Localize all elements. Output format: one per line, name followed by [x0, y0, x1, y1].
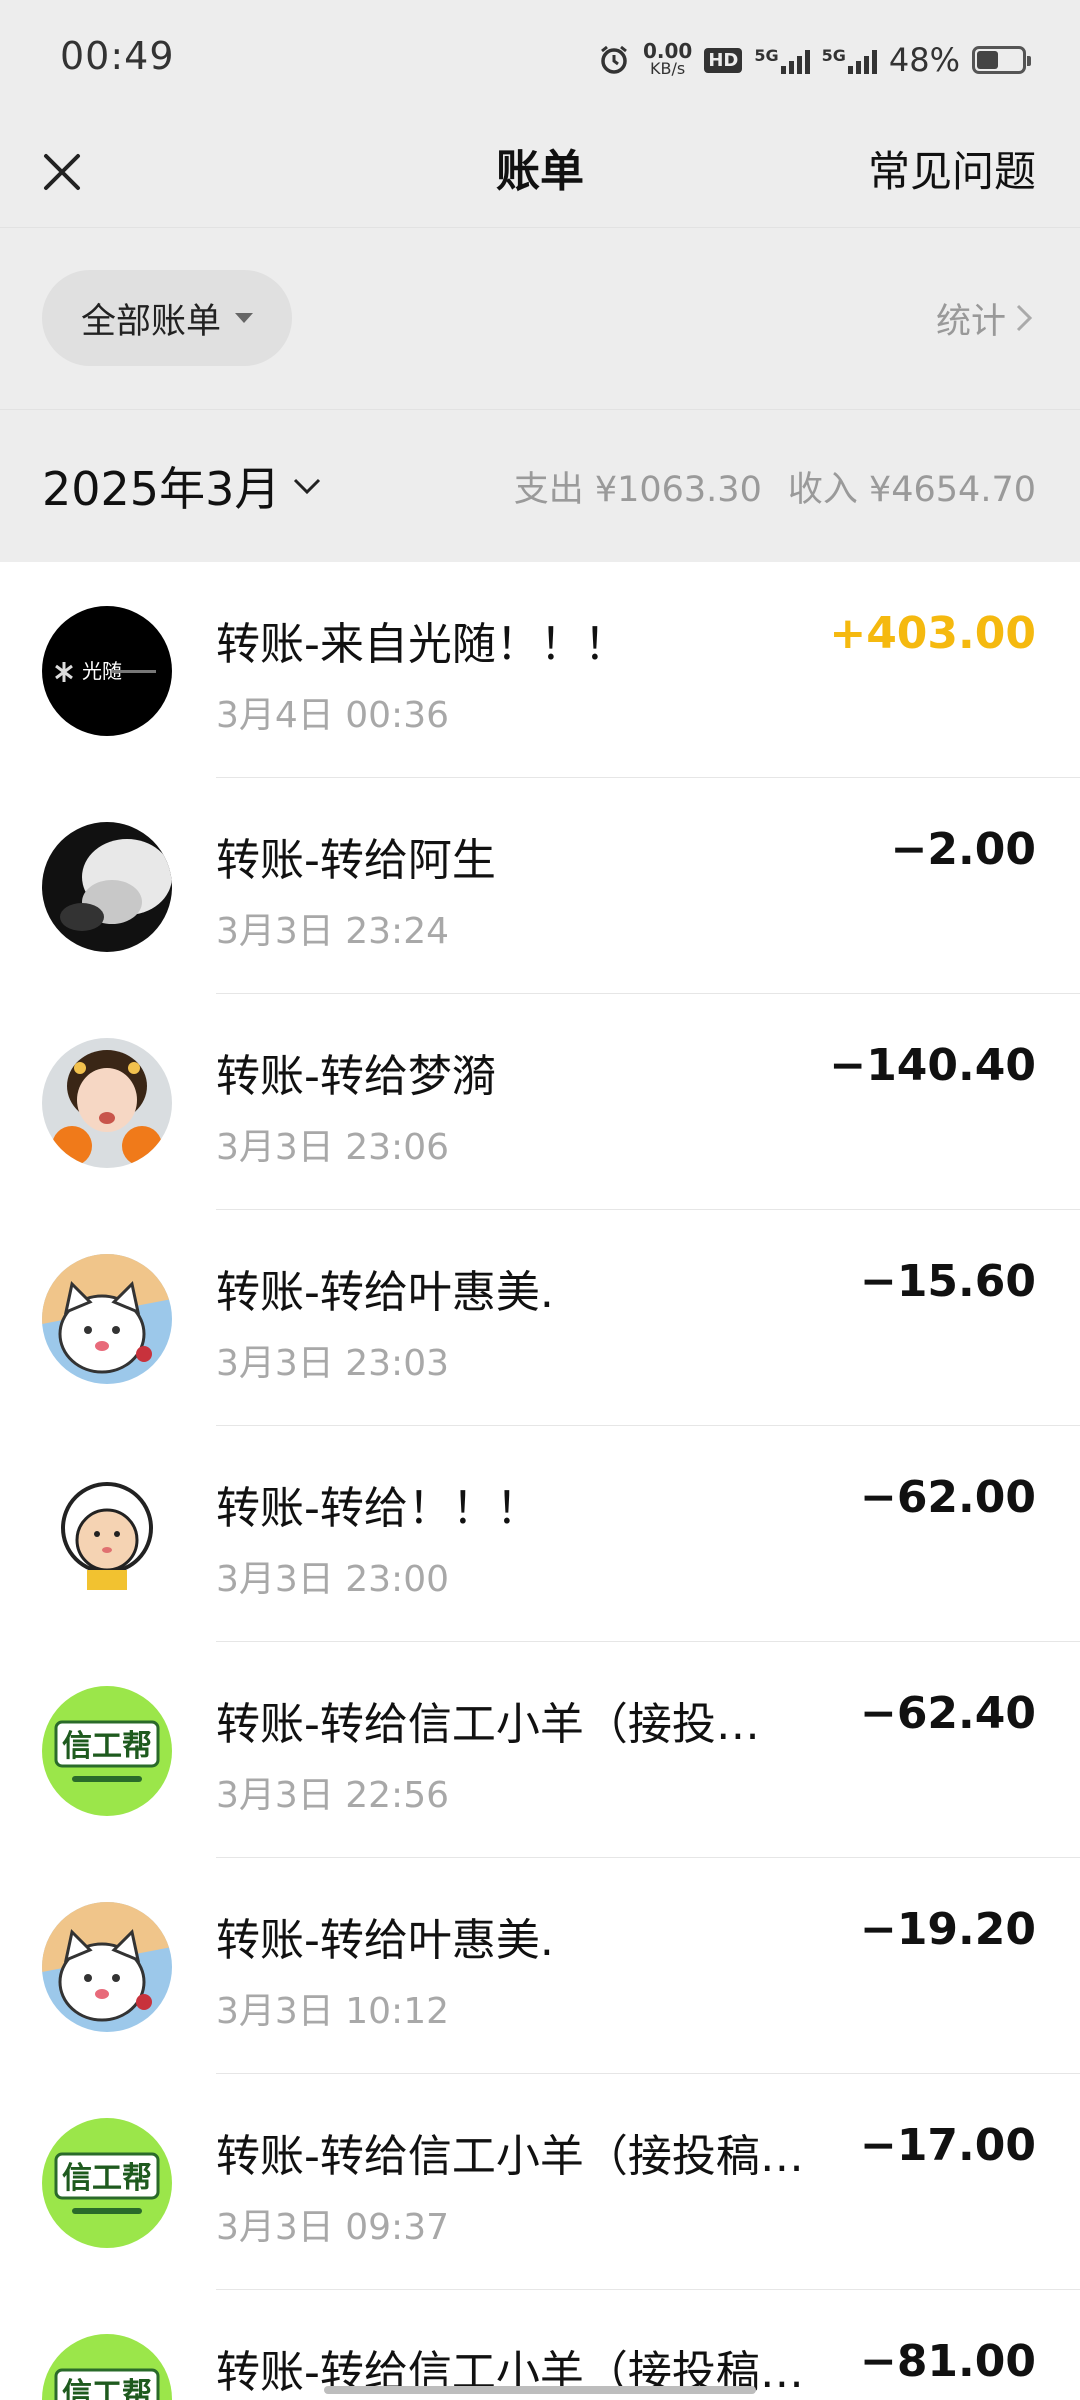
xingongbang-avatar: 信工帮: [42, 1686, 172, 1816]
xingongbang-text: 信工帮: [62, 1729, 152, 1764]
bill-item[interactable]: 光随 转账-来自光随！！！ 3月4日 00:36 +403.00: [0, 562, 1080, 778]
net-speed: 0.00 KB/s: [642, 39, 693, 78]
bill-item[interactable]: 信工帮 转账-转给信工小羊（接投… 3月3日 22:56 −62.40: [0, 1642, 1080, 1858]
bill-time: 3月3日 23:24: [216, 911, 449, 952]
bill-time: 3月4日 00:36: [216, 695, 449, 736]
month-label: 2025年3月: [42, 462, 281, 516]
bill-item[interactable]: 转账-转给梦漪 3月3日 23:06 −140.40: [0, 994, 1080, 1210]
status-icons: 0.00 KB/s HD 5G 5G 48%: [597, 36, 1031, 84]
brand-logo-avatar: 光随: [42, 606, 172, 736]
statistics-label: 统计: [935, 301, 1006, 342]
bill-title: 转账-转给叶惠美.: [216, 1915, 554, 1966]
battery-fill: [977, 51, 999, 69]
bill-item[interactable]: 信工帮 转账-转给信工小羊（接投稿… 3月3日 09:37 −17.00: [0, 2074, 1080, 2290]
bill-item[interactable]: 转账-转给叶惠美. 3月3日 23:03 −15.60: [0, 1210, 1080, 1426]
bill-amount: −17.00: [859, 2120, 1036, 2171]
cat-cartoon-avatar: [42, 1902, 172, 2032]
bill-title: 转账-转给！！！: [216, 1483, 540, 1534]
signal-label-2: 5G: [821, 46, 846, 65]
bill-amount: −2.00: [890, 824, 1036, 875]
bill-title: 转账-转给阿生: [216, 835, 496, 886]
month-selector[interactable]: 2025年3月: [42, 450, 322, 522]
bill-amount: −81.00: [859, 2336, 1036, 2387]
hd-icon: HD: [704, 47, 743, 73]
month-expense: 支出 ¥1063.30: [513, 469, 762, 510]
bill-amount: −62.40: [859, 1688, 1036, 1739]
bill-item[interactable]: 转账-转给叶惠美. 3月3日 10:12 −19.20: [0, 1858, 1080, 2074]
month-income: 收入 ¥4654.70: [787, 469, 1036, 510]
bill-amount: −19.20: [859, 1904, 1036, 1955]
girl-photo-avatar: [42, 1038, 172, 1168]
all-bills-filter[interactable]: 全部账单: [42, 270, 292, 366]
cat-cartoon-avatar: [42, 1254, 172, 1384]
bill-item[interactable]: 转账-转给！！！ 3月3日 23:00 −62.00: [0, 1426, 1080, 1642]
sheep-cartoon-avatar: [42, 1470, 172, 1600]
bill-title: 转账-来自光随！！！: [216, 619, 628, 670]
bill-time: 3月3日 22:56: [216, 1775, 449, 1816]
bill-title: 转账-转给叶惠美.: [216, 1267, 554, 1318]
battery-icon: [972, 46, 1031, 74]
status-time: 00:49: [60, 34, 175, 78]
bill-amount: +403.00: [829, 608, 1036, 659]
bill-title: 转账-转给梦漪: [216, 1051, 496, 1102]
status-bar: 00:49 0.00 KB/s HD 5G 5G 48%: [0, 0, 1080, 118]
bill-time: 3月3日 09:37: [216, 2207, 449, 2248]
bill-title: 转账-转给信工小羊（接投稿…: [216, 2131, 804, 2182]
chevron-right-icon: [1016, 304, 1033, 332]
caret-down-icon: [235, 313, 253, 323]
battery-percent: 48%: [888, 41, 960, 79]
nav-bar: 账单 常见问题: [0, 118, 1080, 228]
signal-label-1: 5G: [754, 46, 779, 65]
bill-amount: −15.60: [859, 1256, 1036, 1307]
bill-time: 3月3日 23:06: [216, 1127, 449, 1168]
bill-item[interactable]: 信工帮 转账-转给信工小羊（接投稿… −81.00: [0, 2290, 1080, 2400]
dark-photo-avatar: [42, 822, 172, 952]
signal-bars-2: [847, 46, 877, 74]
bill-time: 3月3日 23:03: [216, 1343, 449, 1384]
net-speed-value: 0.00: [642, 39, 693, 63]
xingongbang-text: 信工帮: [62, 2377, 152, 2400]
signal-icon-2: 5G: [822, 46, 877, 74]
bill-time: 3月3日 10:12: [216, 1991, 449, 2032]
bill-amount: −140.40: [829, 1040, 1036, 1091]
alarm-icon: [601, 45, 627, 74]
bill-title: 转账-转给信工小羊（接投…: [216, 1699, 760, 1750]
xingongbang-avatar: 信工帮: [42, 2118, 172, 2248]
month-totals: 支出 ¥1063.30 收入 ¥4654.70: [514, 450, 1036, 522]
signal-bars-1: [780, 46, 810, 74]
filter-row: 全部账单 统计: [0, 228, 1080, 410]
bill-item[interactable]: 转账-转给阿生 3月3日 23:24 −2.00: [0, 778, 1080, 994]
bill-time: 3月3日 23:00: [216, 1559, 449, 1600]
faq-link[interactable]: 常见问题: [868, 138, 1036, 206]
xingongbang-avatar: 信工帮: [42, 2334, 172, 2400]
xingongbang-text: 信工帮: [62, 2161, 152, 2196]
statistics-link[interactable]: 统计: [936, 270, 1034, 366]
net-speed-unit: KB/s: [650, 59, 686, 78]
chevron-down-icon: [294, 478, 321, 495]
bill-list: 光随 转账-来自光随！！！ 3月4日 00:36 +403.00 转账-转给阿生 3月3日…: [0, 562, 1080, 2400]
signal-icon-1: 5G: [754, 46, 810, 74]
bill-amount: −62.00: [859, 1472, 1036, 1523]
home-indicator: [324, 2386, 756, 2394]
filter-chip-label: 全部账单: [80, 301, 221, 342]
month-summary-row: 2025年3月 支出 ¥1063.30 收入 ¥4654.70: [0, 410, 1080, 562]
